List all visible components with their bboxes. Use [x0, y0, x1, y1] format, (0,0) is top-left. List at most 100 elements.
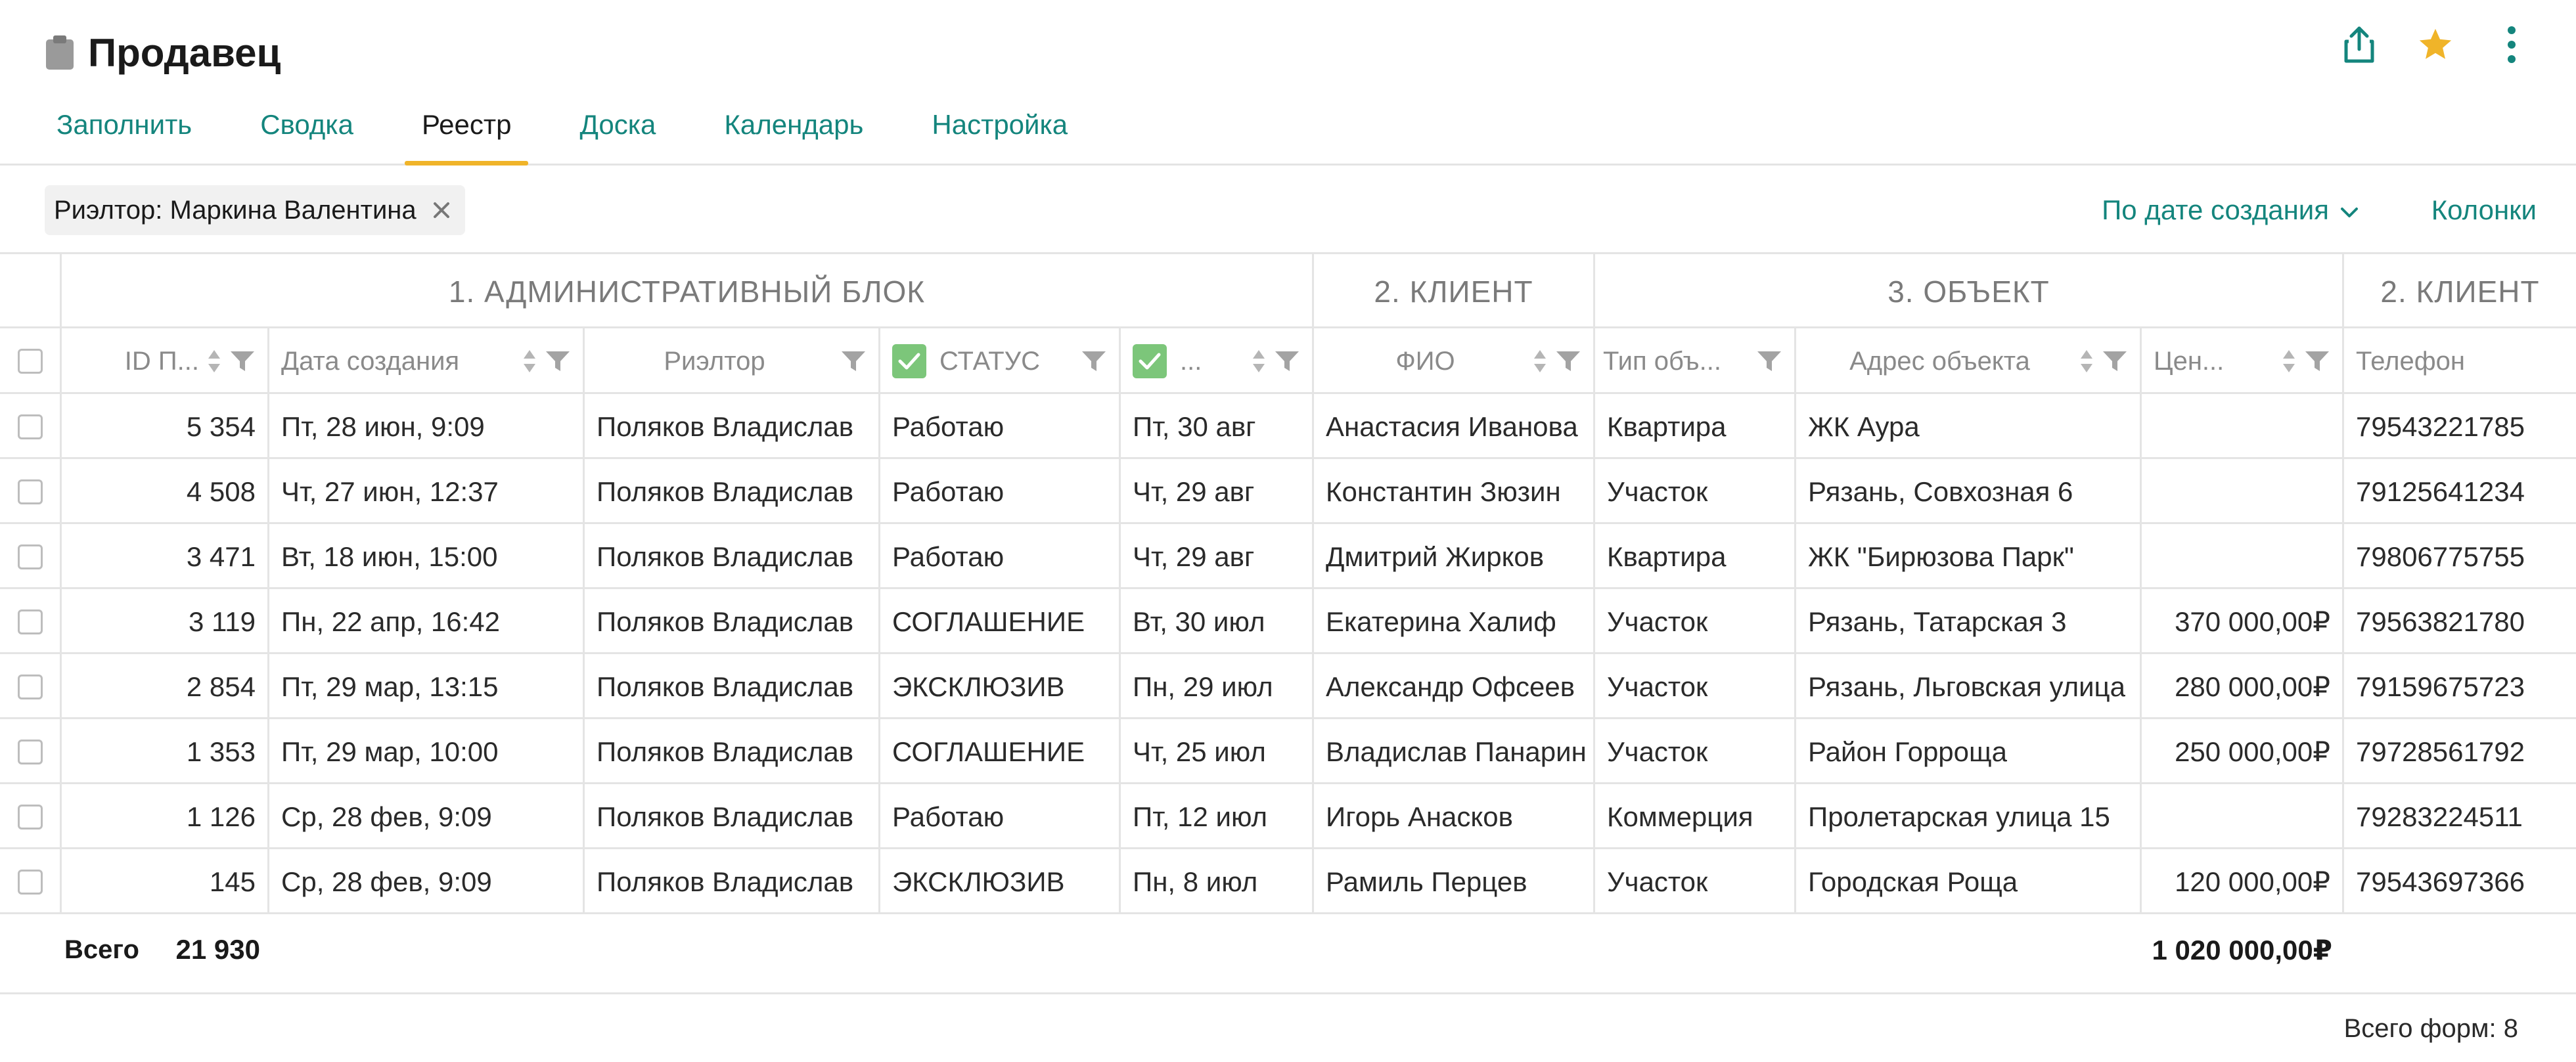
row-checkbox[interactable]: [17, 609, 43, 634]
filter-icon[interactable]: [1555, 349, 1581, 373]
column-header-phone[interactable]: Телефон: [2344, 328, 2576, 394]
row-checkbox[interactable]: [17, 674, 43, 699]
cell-phone: 79543221785: [2356, 410, 2525, 442]
sort-dropdown[interactable]: По дате создания: [2102, 189, 2359, 231]
table-row[interactable]: 4 508 Чт, 27 июн, 12:37 Поляков Владисла…: [0, 459, 2576, 524]
cell-created: Ср, 28 фев, 9:09: [269, 784, 585, 849]
cell-status: ЭКСКЛЮЗИВ: [880, 654, 1121, 719]
sort-label: По дате создания: [2102, 194, 2329, 225]
table-row[interactable]: 3 119 Пн, 22 апр, 16:42 Поляков Владисла…: [0, 589, 2576, 654]
column-header-date2[interactable]: ...: [1121, 328, 1314, 394]
tab-registry[interactable]: Реестр: [404, 92, 529, 166]
close-icon[interactable]: [428, 197, 455, 223]
table-row[interactable]: 5 354 Пт, 28 июн, 9:09 Поляков Владислав…: [0, 394, 2576, 459]
cell-price: 120 000,00₽: [2142, 849, 2344, 914]
cell-fio: Екатерина Халиф: [1314, 589, 1595, 654]
row-checkbox[interactable]: [17, 544, 43, 569]
table-row[interactable]: 3 471 Вт, 18 июн, 15:00 Поляков Владисла…: [0, 524, 2576, 589]
column-label: Телефон: [2356, 346, 2465, 376]
cell-id: 4 508: [62, 459, 269, 524]
filter-icon[interactable]: [2102, 349, 2128, 373]
filter-icon[interactable]: [1081, 349, 1107, 373]
filter-chip[interactable]: Риэлтор: Маркина Валентина: [45, 185, 465, 235]
filter-icon[interactable]: [1756, 349, 1782, 373]
cell-created: Пт, 29 мар, 13:15: [269, 654, 585, 719]
filter-icon[interactable]: [545, 349, 571, 373]
sort-icon[interactable]: [1533, 348, 1547, 374]
cell-type: Участок: [1595, 849, 1796, 914]
tab-bar: Заполнить Сводка Реестр Доска Календарь …: [39, 92, 1119, 166]
group-header-admin: 1. АДМИНИСТРАТИВНЫЙ БЛОК: [62, 254, 1314, 328]
sort-icon[interactable]: [207, 348, 221, 374]
row-select-cell: [0, 524, 62, 589]
row-checkbox[interactable]: [17, 804, 43, 830]
row-checkbox[interactable]: [17, 414, 43, 439]
cell-date2: Чт, 29 авг: [1121, 524, 1314, 589]
cell-realtor: Поляков Владислав: [585, 719, 880, 784]
tab-settings[interactable]: Настройка: [915, 92, 1085, 166]
sort-icon[interactable]: [522, 348, 537, 374]
cell-status: Работаю: [880, 524, 1121, 589]
cell-fio: Анастасия Иванова: [1314, 394, 1595, 459]
cell-phone: 79728561792: [2356, 736, 2525, 767]
cell-phone: 79159675723: [2356, 671, 2525, 702]
clipboard-icon: [45, 34, 75, 71]
cell-address: Пролетарская улица 15: [1796, 784, 2142, 849]
tab-fill[interactable]: Заполнить: [39, 92, 209, 166]
column-header-realtor[interactable]: Риэлтор: [585, 328, 880, 394]
row-checkbox[interactable]: [17, 739, 43, 764]
column-header-address[interactable]: Адрес объекта: [1796, 328, 2142, 394]
row-checkbox[interactable]: [17, 479, 43, 504]
column-header-fio[interactable]: ФИО: [1314, 328, 1595, 394]
more-vert-icon[interactable]: [2487, 20, 2537, 70]
filter-icon[interactable]: [229, 349, 256, 373]
cell-date2: Вт, 30 июл: [1121, 589, 1314, 654]
column-label: ФИО: [1395, 346, 1455, 376]
tab-calendar[interactable]: Календарь: [707, 92, 880, 166]
cell-phone: 79125641234: [2356, 476, 2525, 507]
tab-board[interactable]: Доска: [562, 92, 673, 166]
cell-type: Квартира: [1595, 524, 1796, 589]
cell-address: Рязань, Льговская улица: [1796, 654, 2142, 719]
cell-created: Ср, 28 фев, 9:09: [269, 849, 585, 914]
select-all-checkbox[interactable]: [17, 349, 43, 374]
table-row[interactable]: 2 854 Пт, 29 мар, 13:15 Поляков Владисла…: [0, 654, 2576, 719]
filter-icon[interactable]: [2304, 349, 2330, 373]
column-header-status[interactable]: СТАТУС: [880, 328, 1121, 394]
columns-button[interactable]: Колонки: [2431, 189, 2537, 231]
cell-id: 145: [62, 849, 269, 914]
sort-icon[interactable]: [1252, 348, 1266, 374]
share-icon[interactable]: [2334, 20, 2384, 70]
table-row[interactable]: 145 Ср, 28 фев, 9:09 Поляков Владислав Э…: [0, 849, 2576, 914]
tab-summary[interactable]: Сводка: [243, 92, 371, 166]
cell-price: 250 000,00₽: [2142, 719, 2344, 784]
column-label: Риэлтор: [664, 346, 765, 376]
cell-status: СОГЛАШЕНИЕ: [880, 589, 1121, 654]
cell-created: Вт, 18 июн, 15:00: [269, 524, 585, 589]
group-header-object: 3. ОБЪЕКТ: [1595, 254, 2344, 328]
column-label: Цен...: [2154, 346, 2225, 376]
row-select-cell: [0, 784, 62, 849]
row-checkbox[interactable]: [17, 869, 43, 895]
filter-icon[interactable]: [1274, 349, 1300, 373]
cell-status: Работаю: [880, 394, 1121, 459]
star-icon[interactable]: [2410, 20, 2460, 70]
column-label: Дата создания: [281, 346, 460, 376]
cell-phone: 79283224511: [2356, 801, 2523, 832]
sort-icon[interactable]: [2079, 348, 2094, 374]
cell-fio: Дмитрий Жирков: [1314, 524, 1595, 589]
cell-fio: Игорь Анасков: [1314, 784, 1595, 849]
column-header-id[interactable]: ID П...: [62, 328, 269, 394]
cell-realtor: Поляков Владислав: [585, 849, 880, 914]
filter-icon[interactable]: [840, 349, 867, 373]
cell-created: Чт, 27 июн, 12:37: [269, 459, 585, 524]
table-row[interactable]: 1 126 Ср, 28 фев, 9:09 Поляков Владислав…: [0, 784, 2576, 849]
column-header-type[interactable]: Тип объ...: [1595, 328, 1796, 394]
table-row[interactable]: 1 353 Пт, 29 мар, 10:00 Поляков Владисла…: [0, 719, 2576, 784]
sort-icon[interactable]: [2282, 348, 2296, 374]
column-header-price[interactable]: Цен...: [2142, 328, 2344, 394]
column-label: Адрес объекта: [1849, 346, 2030, 376]
column-header-created[interactable]: Дата создания: [269, 328, 585, 394]
cell-status: ЭКСКЛЮЗИВ: [880, 849, 1121, 914]
cell-realtor: Поляков Владислав: [585, 524, 880, 589]
